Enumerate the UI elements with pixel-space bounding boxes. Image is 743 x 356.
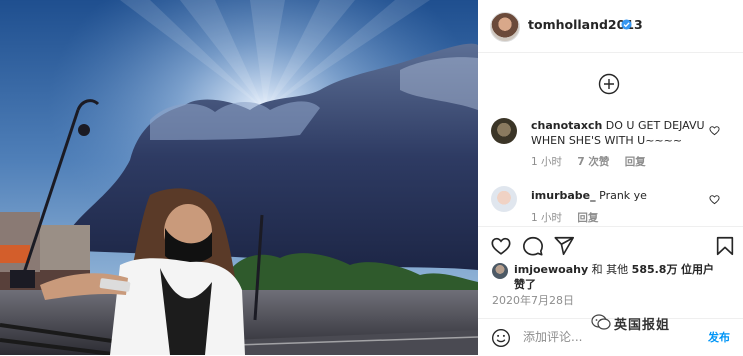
likes-verb: 赞了 [514,278,536,291]
post-side-panel: tomholland2013 chanotaxch DO U GET DEJAV… [478,0,743,355]
comment-heart-icon[interactable] [709,194,720,205]
photo-image [0,0,478,355]
comment-heart-icon[interactable] [709,125,720,136]
wechat-logo-icon [591,314,611,330]
likes-count[interactable]: 585.8万 [632,263,678,276]
comment-meta: 1 小时 7 次赞 回复 [531,154,658,169]
share-icon[interactable] [553,235,575,257]
comment-username[interactable]: imurbabe_ [531,189,596,202]
bookmark-icon[interactable] [714,235,736,257]
liker-avatar[interactable] [492,263,508,279]
post-actions-bar [478,226,743,263]
watermark-text: 英国报姐 [614,318,671,333]
comment-like-count[interactable]: 7 次赞 [577,156,609,168]
heart-icon[interactable] [490,235,512,257]
comment-icon[interactable] [522,235,544,257]
comment-time: 1 小时 [531,212,563,224]
author-avatar[interactable] [490,12,520,42]
post-photo[interactable] [0,0,478,355]
post-header: tomholland2013 [478,0,743,53]
comment-input[interactable]: 添加评论... [523,328,582,345]
comment-meta: 1 小时 回复 [531,210,610,225]
comment-text: Prank ye [599,189,647,202]
liker-username[interactable]: imjoewoahy [514,263,588,276]
comment-reply-button[interactable]: 回复 [577,212,598,224]
comment-time: 1 小时 [531,156,563,168]
likes-connector: 和 其他 [591,263,629,276]
comment-username[interactable]: chanotaxch [531,119,602,132]
comment-avatar[interactable] [491,118,517,144]
post-date[interactable]: 2020年7月28日 [492,292,574,308]
plus-circle-icon[interactable] [598,73,620,95]
comment-avatar[interactable] [491,186,517,212]
comment-reply-button[interactable]: 回复 [625,156,646,168]
likes-summary: imjoewoahy 和 其他 585.8万 位用户 赞了 [492,262,732,292]
likes-suffix: 位用户 [680,263,714,276]
post-comment-button[interactable]: 发布 [708,329,730,345]
smile-icon[interactable] [491,328,511,348]
verified-badge-icon [621,19,632,30]
